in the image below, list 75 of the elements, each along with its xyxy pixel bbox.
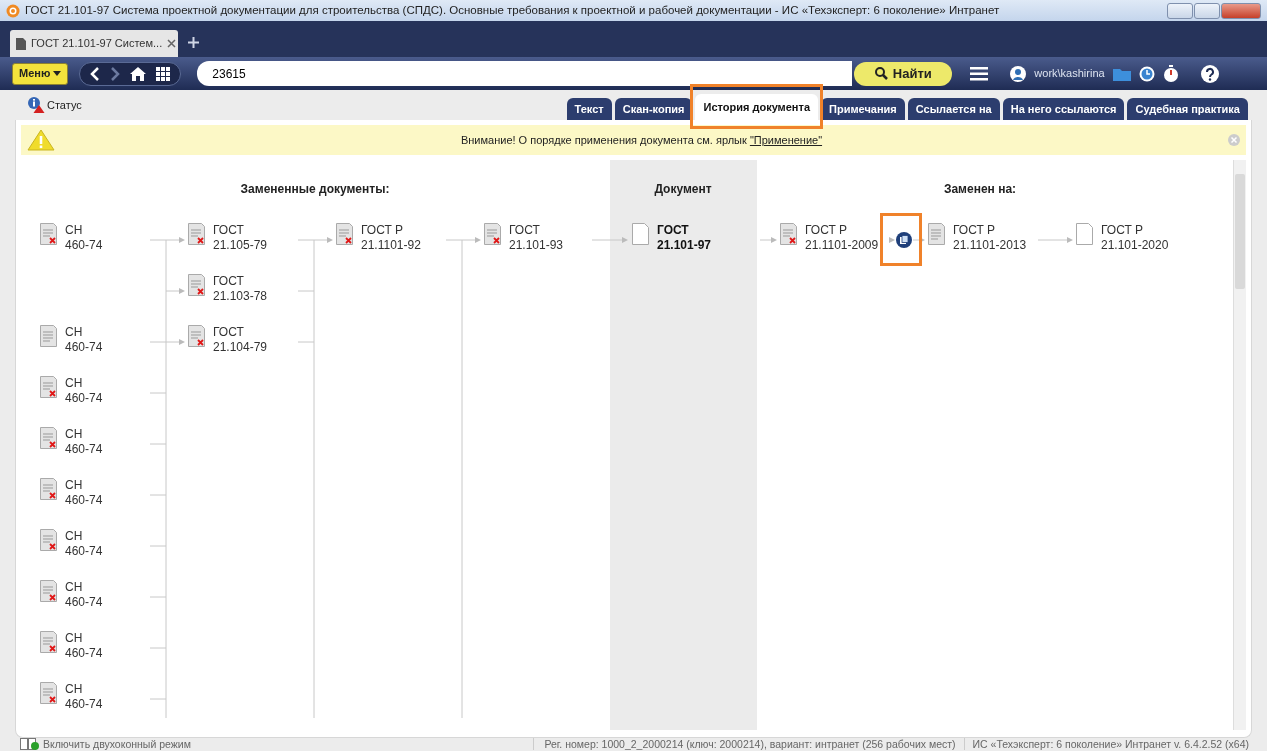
document-link[interactable]: ГОСТ Р 21.101-2020 (1076, 223, 1169, 253)
warning-icon (27, 129, 55, 151)
connector-arrow (912, 237, 925, 243)
document-tab[interactable]: На него ссылаются (1002, 98, 1125, 120)
notice-text: Внимание! О порядке применения документа см. ярлык "Применение" (459, 132, 824, 148)
browser-tab[interactable]: ГОСТ 21.101-97 Систем... (10, 30, 178, 57)
connector-arrow (889, 237, 895, 243)
column-heading: Документ (654, 181, 712, 198)
registration-text: Рег. номер: 1000_2_2000214 (ключ: 2000214), вариант: интранет (256 рабочих мест) (533, 738, 956, 750)
connector-arrow (759, 237, 777, 243)
document-link[interactable]: ГОСТ 21.103-78 (188, 274, 268, 304)
app-logo-icon (6, 3, 20, 18)
document-icon (16, 37, 26, 50)
home-icon[interactable] (130, 66, 147, 81)
document-link[interactable]: СН 460-74 (40, 529, 103, 559)
document-link[interactable]: ГОСТ Р 21.1101-2009 (780, 223, 879, 253)
notice-link[interactable]: "Применение" (749, 133, 823, 146)
back-icon[interactable] (90, 66, 101, 81)
scrollbar[interactable] (1233, 160, 1246, 730)
caret-icon (53, 71, 62, 76)
document-link[interactable]: СН 460-74 (40, 223, 103, 253)
close-button[interactable] (1221, 2, 1261, 19)
plus-icon[interactable] (188, 37, 199, 48)
document-link[interactable]: СН 460-74 (40, 580, 103, 610)
menu-button[interactable]: Меню (12, 62, 69, 85)
help-icon[interactable] (1200, 64, 1219, 83)
dual-window-icon[interactable] (20, 738, 40, 750)
user-icon[interactable] (1010, 65, 1027, 82)
document-tab[interactable]: Судебная практика (1127, 98, 1248, 120)
search-icon (874, 67, 888, 80)
document-tab[interactable]: Скан-копия (614, 98, 693, 120)
grid-icon[interactable] (156, 66, 171, 81)
version-text: ИС «Техэксперт: 6 поколение» Интранет v. 6.4.2.52 (x64) (963, 738, 1249, 750)
document-link[interactable]: ГОСТ 21.101-93 (484, 223, 564, 253)
document-link[interactable]: СН 460-74 (40, 376, 103, 406)
connector-arrow (313, 237, 333, 243)
document-link[interactable]: ГОСТ 21.105-79 (188, 223, 268, 253)
folder-icon[interactable] (1112, 66, 1131, 81)
menu-icon[interactable] (970, 66, 989, 81)
info-warning-icon (28, 97, 45, 113)
document-tab[interactable]: Текст (566, 98, 612, 120)
document-tab[interactable]: Примечания (821, 98, 905, 120)
stopwatch-icon[interactable] (1162, 65, 1179, 82)
document-link[interactable]: СН 460-74 (40, 478, 103, 508)
connector-arrow (591, 237, 628, 243)
dual-mode-link[interactable]: Включить двухоконный режим (43, 738, 191, 750)
document-link[interactable]: СН 460-74 (40, 325, 103, 355)
user-name: work\kashirina (1034, 66, 1105, 82)
close-icon[interactable] (167, 39, 177, 48)
connector-arrow (165, 237, 185, 243)
column-heading: Замененные документы: (240, 181, 390, 198)
connector-arrow (1037, 237, 1073, 243)
search-field[interactable]: 23615 (197, 61, 853, 86)
document-link[interactable]: ГОСТ 21.104-79 (188, 325, 268, 355)
search-button[interactable]: Найти (854, 61, 953, 86)
document-tab[interactable]: Ссылается на (907, 98, 1000, 120)
status-link[interactable]: Статус (47, 96, 82, 114)
document-link[interactable]: СН 460-74 (40, 427, 103, 457)
window-title: ГОСТ 21.101-97 Система проектной документации для строительства (СПДС). Основные требования к проектной и рабочей документации - ИС «Техэксперт: 6 поколение» Интранет (25, 2, 1000, 18)
document-link[interactable]: ГОСТ Р 21.1101-92 (336, 223, 421, 253)
maximize-button[interactable] (1194, 2, 1220, 19)
column-heading: Заменен на: (943, 181, 1017, 198)
connector-arrow (165, 339, 185, 345)
document-link[interactable]: ГОСТ 21.101-97 (632, 223, 712, 253)
document-link[interactable]: СН 460-74 (40, 631, 103, 661)
minimize-button[interactable] (1167, 2, 1193, 19)
clock-icon[interactable] (1138, 65, 1155, 82)
copies-icon[interactable] (896, 232, 912, 248)
scrollbar-thumb[interactable] (1235, 174, 1245, 289)
connector-arrow (461, 237, 481, 243)
document-link[interactable]: СН 460-74 (40, 682, 103, 712)
connector-arrow (165, 288, 185, 294)
forward-icon[interactable] (110, 66, 121, 81)
document-tab[interactable]: История документа (695, 94, 818, 120)
document-link[interactable]: ГОСТ Р 21.1101-2013 (928, 223, 1027, 253)
